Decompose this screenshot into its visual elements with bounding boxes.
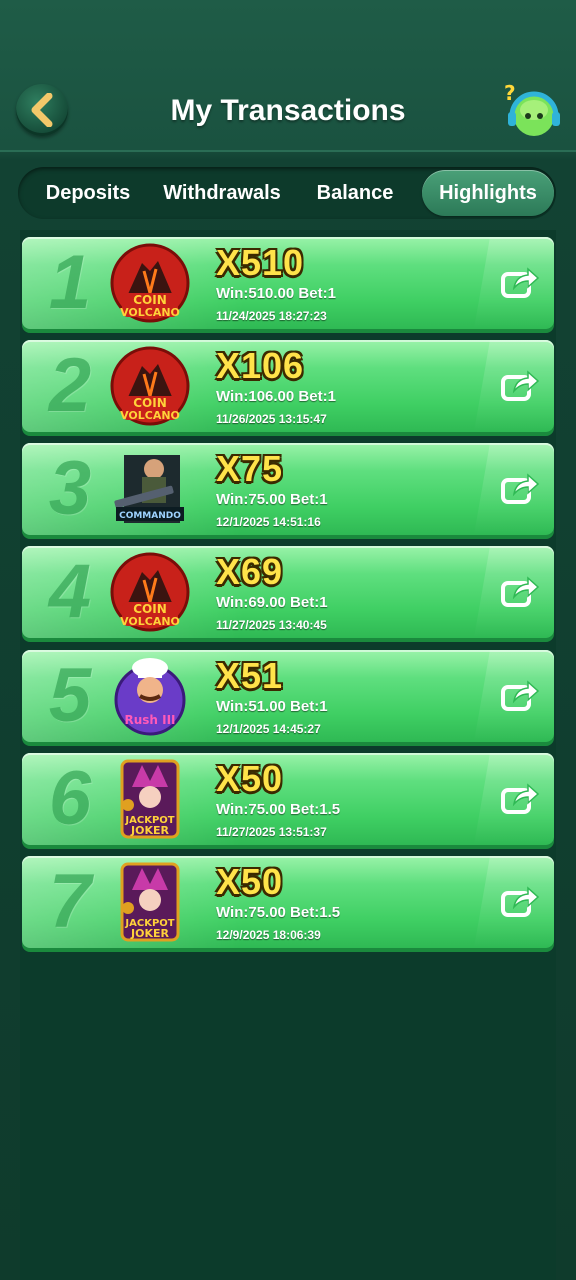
svg-text:?: ? <box>504 81 516 105</box>
list-item: 3 COMMANDO X75 Win:75.00 Bet:1 12/1/2025… <box>22 443 554 535</box>
svg-text:Rush III: Rush III <box>124 713 175 727</box>
timestamp: 12/9/2025 18:06:39 <box>216 928 321 942</box>
svg-text:COMMANDO: COMMANDO <box>119 511 181 521</box>
jackpot-joker-icon[interactable]: JACKPOT JOKER <box>108 860 192 944</box>
list-item: 2 COIN VOLCANO X106 Win:106.00 Bet:1 11/… <box>22 340 554 432</box>
timestamp: 12/1/2025 14:45:27 <box>216 722 321 736</box>
support-mascot-icon[interactable]: ? <box>500 80 564 144</box>
share-icon <box>501 370 540 401</box>
share-button[interactable] <box>500 676 540 714</box>
svg-text:COIN: COIN <box>133 396 167 410</box>
timestamp: 11/27/2025 13:51:37 <box>216 825 327 839</box>
chef-game-icon[interactable]: Rush III <box>108 654 192 738</box>
rank-number: 1 <box>48 240 92 325</box>
tab-deposits[interactable]: Deposits <box>26 170 150 216</box>
tab-bar: Deposits Withdrawals Balance Highlights <box>18 167 556 219</box>
rank-number: 6 <box>48 756 92 841</box>
win-bet-text: Win:51.00 Bet:1 <box>216 698 328 715</box>
timestamp: 12/1/2025 14:51:16 <box>216 515 321 529</box>
svg-text:VOLCANO: VOLCANO <box>120 409 180 422</box>
multiplier: X510 <box>216 242 305 283</box>
multiplier: X69 <box>216 551 284 592</box>
coin-volcano-icon[interactable]: COIN VOLCANO <box>108 241 192 325</box>
list-item: 4 COIN VOLCANO X69 Win:69.00 Bet:1 11/27… <box>22 546 554 638</box>
share-icon <box>501 886 540 917</box>
svg-text:VOLCANO: VOLCANO <box>120 615 180 628</box>
list-item: 6 JACKPOT JOKER X50 Win:75.00 Bet:1.5 11… <box>22 753 554 845</box>
share-button[interactable] <box>500 779 540 817</box>
list-item: 7 JACKPOT JOKER X50 Win:75.00 Bet:1.5 12… <box>22 856 554 948</box>
svg-text:COIN: COIN <box>133 293 167 307</box>
rank-number: 4 <box>48 549 92 634</box>
rank-number: 3 <box>48 446 92 531</box>
svg-text:COIN: COIN <box>133 602 167 616</box>
multiplier: X106 <box>216 345 305 386</box>
header-bar: My Transactions ? <box>0 0 576 152</box>
tab-withdrawals[interactable]: Withdrawals <box>156 170 288 216</box>
svg-text:VOLCANO: VOLCANO <box>120 306 180 319</box>
win-bet-text: Win:75.00 Bet:1 <box>216 491 328 508</box>
page-title: My Transactions <box>170 94 406 127</box>
tab-highlights[interactable]: Highlights <box>422 170 554 216</box>
list-item: 1 COIN VOLCANO X510 Win:510.00 Bet:1 11/… <box>22 237 554 329</box>
share-button[interactable] <box>500 366 540 404</box>
share-icon <box>501 680 540 711</box>
timestamp: 11/26/2025 13:15:47 <box>216 412 327 426</box>
share-icon <box>501 267 540 298</box>
share-button[interactable] <box>500 469 540 507</box>
win-bet-text: Win:510.00 Bet:1 <box>216 285 336 302</box>
rank-number: 2 <box>48 343 92 428</box>
multiplier: X50 <box>216 861 284 902</box>
svg-text:JOKER: JOKER <box>130 824 169 837</box>
share-icon <box>501 473 540 504</box>
share-button[interactable] <box>500 263 540 301</box>
jackpot-joker-icon[interactable]: JACKPOT JOKER <box>108 757 192 841</box>
win-bet-text: Win:75.00 Bet:1.5 <box>216 904 341 921</box>
tab-balance[interactable]: Balance <box>298 170 412 216</box>
multiplier: X51 <box>216 655 284 696</box>
win-bet-text: Win:106.00 Bet:1 <box>216 388 336 405</box>
svg-text:JOKER: JOKER <box>130 927 169 940</box>
rank-number: 7 <box>48 859 92 944</box>
share-icon <box>501 783 540 814</box>
win-bet-text: Win:69.00 Bet:1 <box>216 594 328 611</box>
timestamp: 11/24/2025 18:27:23 <box>216 309 327 323</box>
rank-number: 5 <box>48 653 92 738</box>
share-button[interactable] <box>500 572 540 610</box>
coin-volcano-icon[interactable]: COIN VOLCANO <box>108 344 192 428</box>
multiplier: X50 <box>216 758 284 799</box>
coin-volcano-icon[interactable]: COIN VOLCANO <box>108 550 192 634</box>
share-icon <box>501 576 540 607</box>
multiplier: X75 <box>216 448 284 489</box>
list-item: 5 Rush III X51 Win:51.00 Bet:1 12/1/2025… <box>22 650 554 742</box>
win-bet-text: Win:75.00 Bet:1.5 <box>216 801 341 818</box>
share-button[interactable] <box>500 882 540 920</box>
commando-game-icon[interactable]: COMMANDO <box>108 447 192 531</box>
timestamp: 11/27/2025 13:40:45 <box>216 618 327 632</box>
